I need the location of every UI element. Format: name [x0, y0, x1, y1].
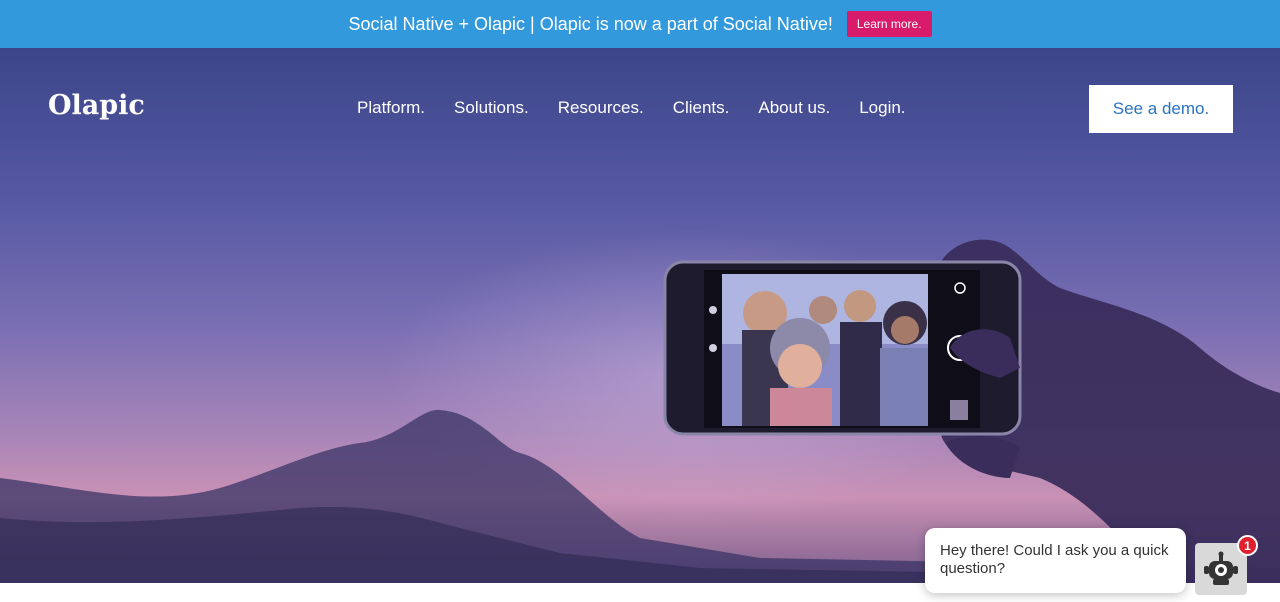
learn-more-button[interactable]: Learn more.: [846, 11, 932, 37]
olapic-logo[interactable]: Olapic: [48, 90, 145, 121]
notification-badge: 1: [1237, 535, 1258, 556]
nav-about-us[interactable]: About us.: [758, 98, 830, 118]
hero-image: [0, 239, 1280, 583]
robot-icon: [1204, 551, 1238, 585]
nav-platform[interactable]: Platform.: [357, 98, 425, 118]
nav-login[interactable]: Login.: [859, 98, 905, 118]
person-head: [809, 296, 837, 324]
nav-clients[interactable]: Clients.: [673, 98, 730, 118]
announcement-text: Social Native + Olapic | Olapic is now a…: [348, 13, 833, 34]
main-nav: Platform. Solutions. Resources. Clients.…: [357, 98, 906, 118]
nav-solutions[interactable]: Solutions.: [454, 98, 529, 118]
person-head: [844, 290, 876, 322]
announcement-bar: Social Native + Olapic | Olapic is now a…: [0, 0, 1280, 48]
hero-banner: Olapic Platform. Solutions. Resources. C…: [0, 48, 1280, 583]
see-demo-button[interactable]: See a demo.: [1089, 85, 1233, 133]
nav-resources[interactable]: Resources.: [558, 98, 644, 118]
chat-message-bubble[interactable]: Hey there! Could I ask you a quick quest…: [925, 528, 1186, 593]
